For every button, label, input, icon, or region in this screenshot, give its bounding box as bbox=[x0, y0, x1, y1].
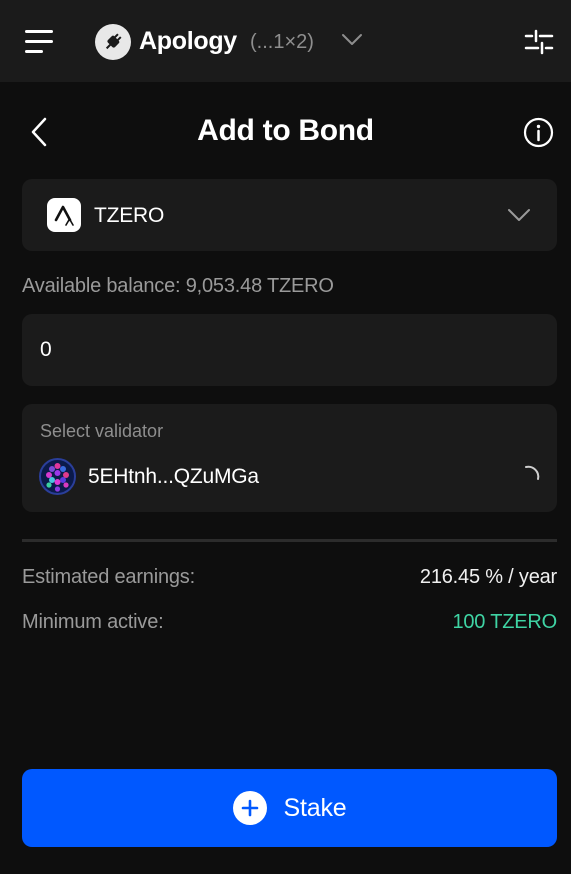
plug-icon[interactable] bbox=[95, 24, 131, 60]
hamburger-menu-icon[interactable] bbox=[25, 29, 55, 55]
validator-label: Select validator bbox=[40, 421, 164, 441]
minimum-active-value: 100 TZERO bbox=[452, 611, 557, 633]
loading-spinner-icon bbox=[522, 464, 542, 489]
top-bar: Apology (...1×2) bbox=[0, 0, 571, 82]
sliders-icon[interactable] bbox=[524, 29, 554, 55]
available-balance: Available balance: 9,053.48 TZERO bbox=[22, 275, 334, 298]
validator-address: 5EHtnh...QZuMGa bbox=[88, 465, 259, 488]
amount-input[interactable] bbox=[40, 314, 540, 386]
token-name: TZERO bbox=[94, 204, 165, 227]
estimated-earnings-label: Estimated earnings: bbox=[22, 566, 195, 588]
polkadot-identicon bbox=[39, 458, 76, 495]
amount-field[interactable] bbox=[22, 314, 557, 386]
info-icon[interactable] bbox=[523, 117, 554, 148]
balance-label: Available balance: bbox=[22, 275, 181, 297]
chevron-down-icon[interactable] bbox=[507, 207, 531, 228]
validator-selector[interactable]: Select validator 5EHtnh...QZuMGa bbox=[22, 404, 557, 512]
account-address: (...1×2) bbox=[250, 31, 314, 53]
minimum-active-label: Minimum active: bbox=[22, 611, 164, 633]
stake-button[interactable]: Stake bbox=[22, 769, 557, 847]
token-selector[interactable]: TZERO bbox=[22, 179, 557, 251]
balance-value: 9,053.48 TZERO bbox=[185, 275, 334, 297]
account-name[interactable]: Apology bbox=[139, 27, 237, 56]
chevron-down-icon[interactable] bbox=[341, 33, 363, 52]
page-title: Add to Bond bbox=[197, 114, 374, 147]
divider bbox=[22, 539, 557, 542]
estimated-earnings-value: 216.45 % / year bbox=[419, 566, 557, 588]
plus-circle-icon bbox=[232, 791, 267, 825]
tzero-logo-icon bbox=[47, 198, 81, 232]
stake-label: Stake bbox=[283, 793, 347, 822]
